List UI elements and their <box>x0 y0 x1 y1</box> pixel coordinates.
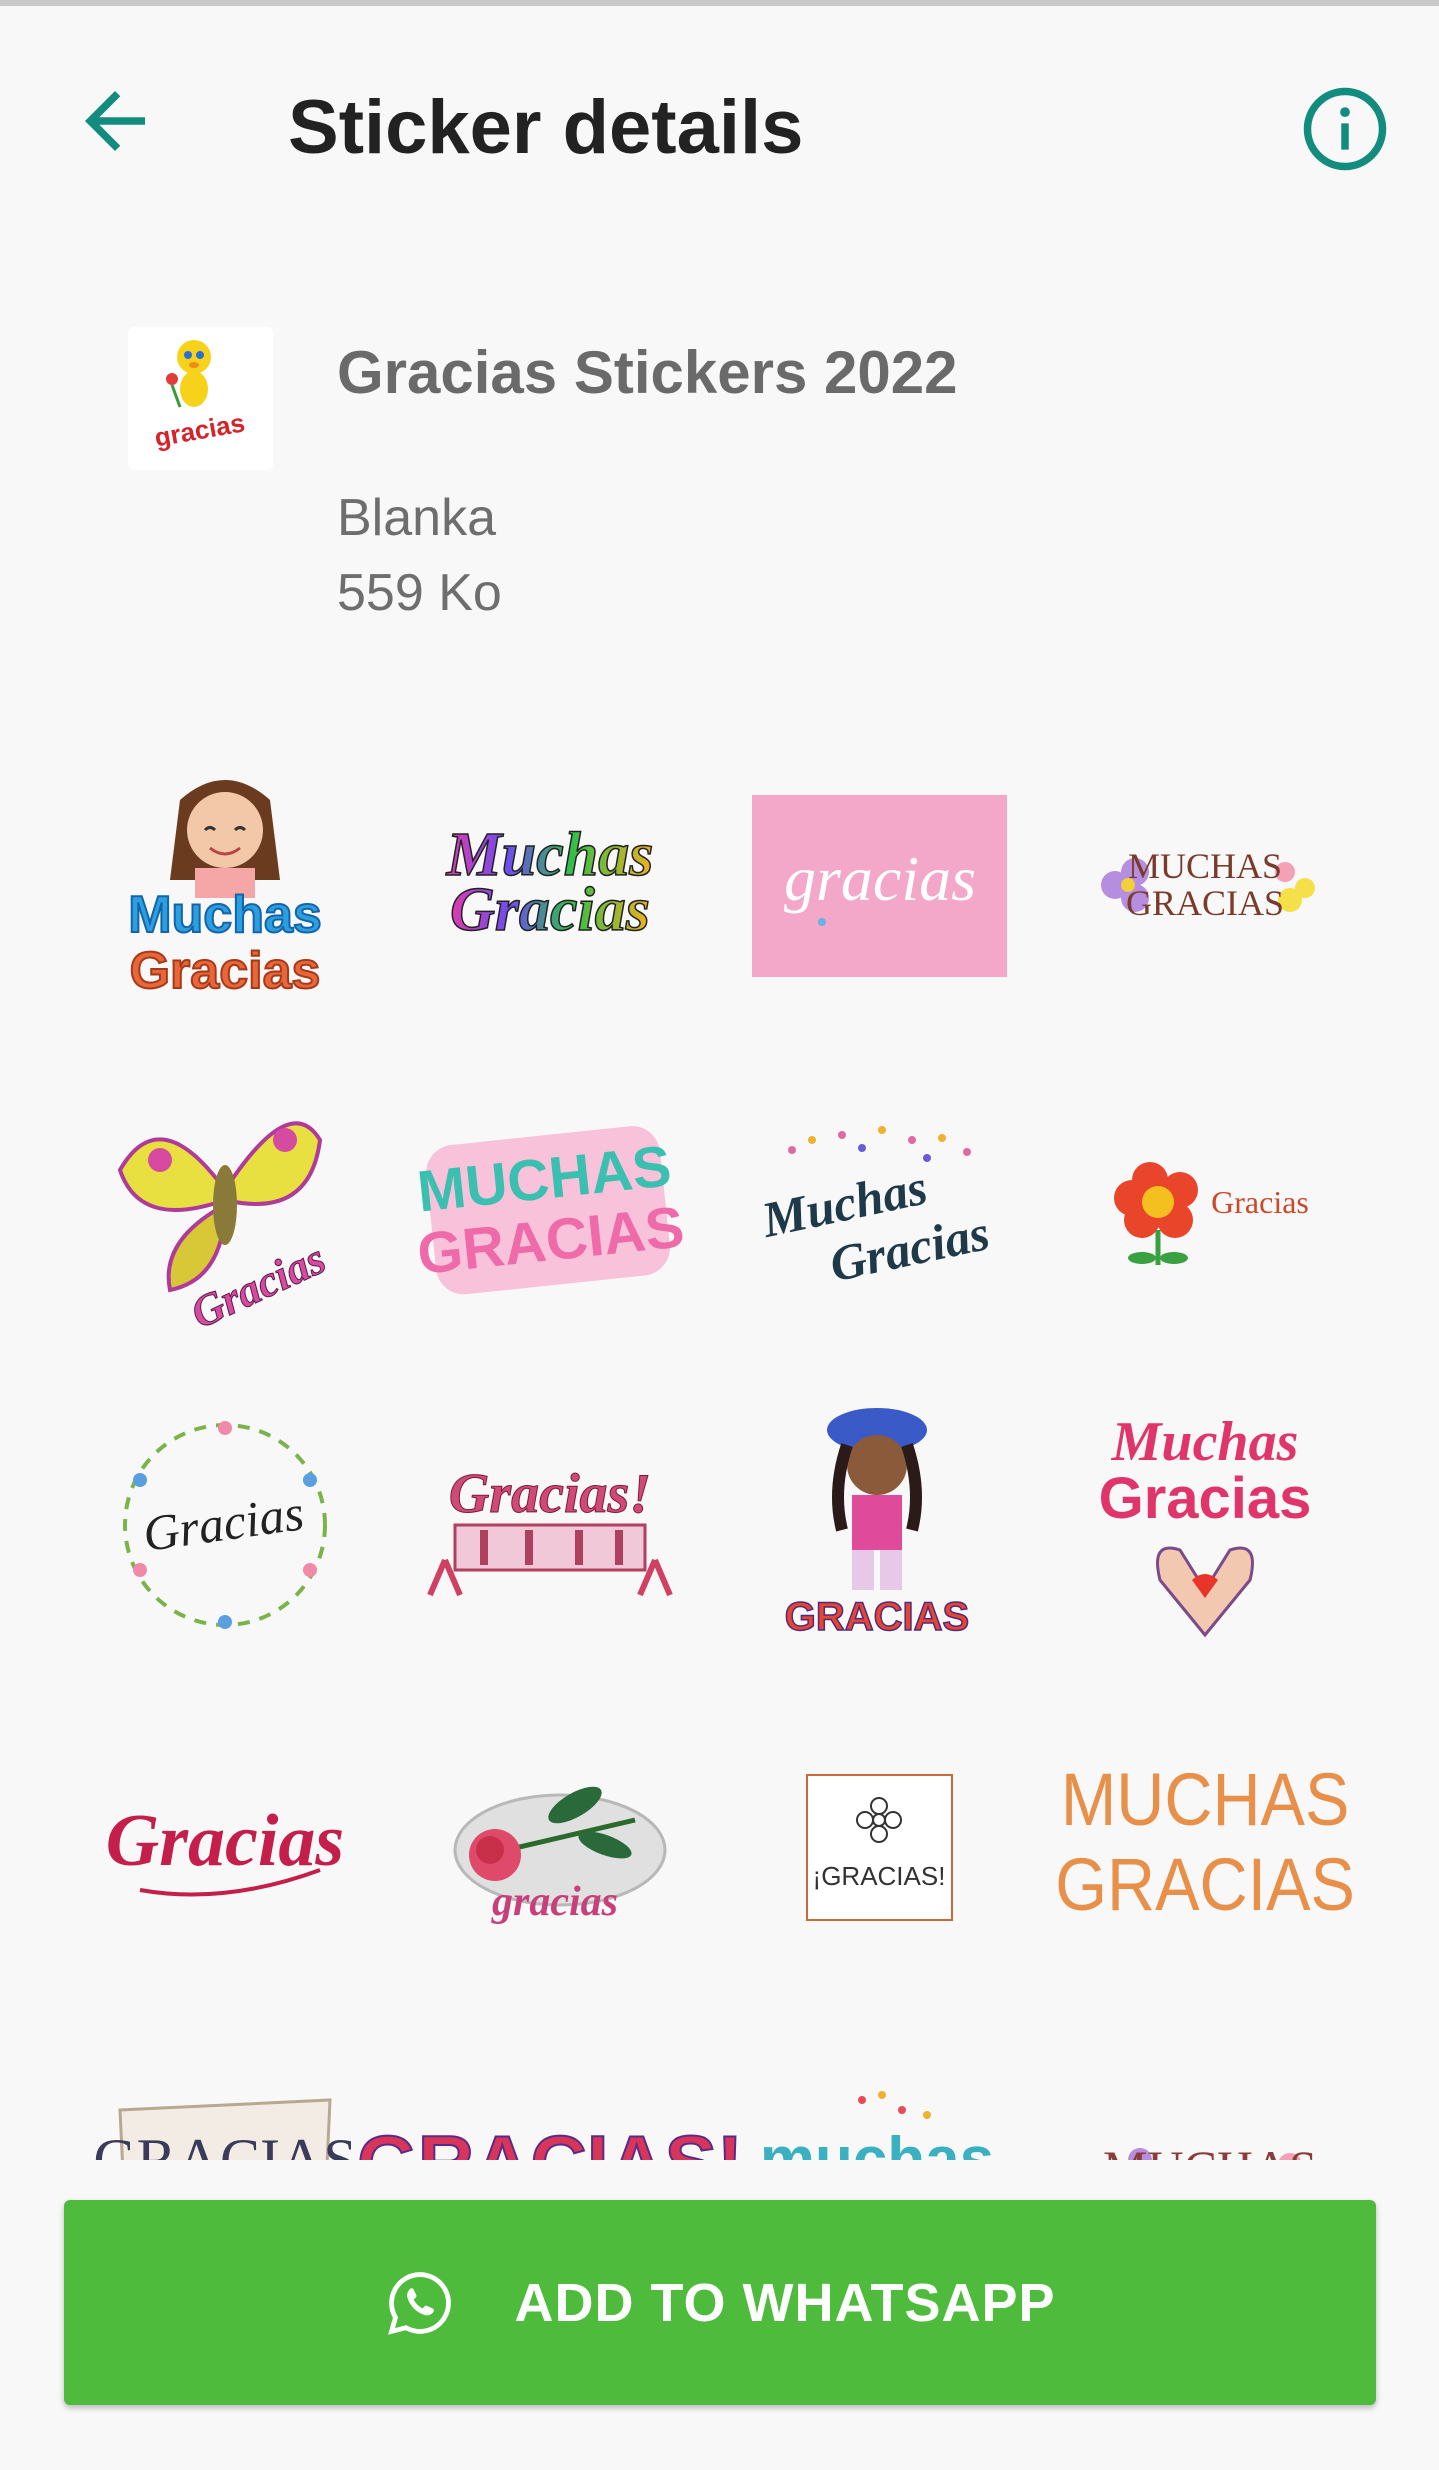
sticker-17-text: GRACIAS <box>93 2127 356 2160</box>
sticker-15-text: ¡GRACIAS! <box>813 1861 946 1891</box>
sticker-1-line1: Muchas <box>128 886 322 944</box>
sticker-item-9[interactable]: Gracias <box>100 1400 350 1650</box>
sticker-16-line1: MUCHAS <box>1061 1758 1350 1841</box>
sticker-20-text: MUCHAS <box>1103 2140 1317 2160</box>
add-to-whatsapp-button[interactable]: ADD TO WHATSAPP <box>64 2200 1376 2405</box>
whatsapp-icon <box>387 2271 451 2335</box>
sticker-grid: Muchas Gracias Muchas Gracias gracias MU… <box>0 730 1439 2160</box>
pack-thumbnail: gracias <box>128 327 273 470</box>
sticker-12-line2: Gracias <box>1099 1466 1312 1531</box>
pack-size: 559 Ko <box>337 564 502 622</box>
sticker-item-1[interactable]: Muchas Gracias <box>100 760 350 1010</box>
pack-author: Blanka <box>337 489 496 547</box>
sticker-8-text: Gracias <box>1211 1184 1309 1220</box>
sticker-item-17[interactable]: GRACIAS <box>93 2040 357 2160</box>
sticker-12-line1: Muchas <box>1111 1411 1299 1473</box>
sticker-item-5[interactable]: Gracias <box>100 1080 350 1339</box>
sticker-item-4[interactable]: MUCHAS GRACIAS <box>1080 760 1330 1010</box>
sticker-item-7[interactable]: Muchas Gracias <box>752 1080 1002 1330</box>
sticker-item-8[interactable]: Gracias <box>1080 1080 1330 1330</box>
sticker-item-2[interactable]: Muchas Gracias <box>425 760 675 1010</box>
app-bar: Sticker details <box>0 6 1439 236</box>
sticker-item-16[interactable]: MUCHAS GRACIAS <box>1055 1720 1355 1970</box>
sticker-18-text: GRACIAS! <box>357 2119 743 2160</box>
sticker-item-20[interactable]: MUCHAS <box>1080 2040 1330 2160</box>
sticker-2-line2: Gracias <box>450 876 650 944</box>
sticker-11-text: GRACIAS <box>785 1595 969 1639</box>
info-circle-icon <box>1303 87 1387 171</box>
arrow-left-icon <box>85 91 145 151</box>
pack-name: Gracias Stickers 2022 <box>337 339 958 406</box>
sticker-item-19[interactable]: muchas <box>752 2040 1002 2160</box>
sticker-item-14[interactable]: gracias <box>425 1720 675 1970</box>
sticker-9-text: Gracias <box>140 1484 307 1562</box>
info-button[interactable] <box>1300 84 1390 174</box>
sticker-13-text: Gracias <box>106 1800 344 1882</box>
pack-thumb-text: gracias <box>152 407 247 452</box>
sticker-item-12[interactable]: Muchas Gracias <box>1080 1400 1330 1650</box>
sticker-4-line2: GRACIAS <box>1126 883 1284 923</box>
sticker-item-6[interactable]: MUCHAS GRACIAS <box>414 1080 687 1330</box>
sticker-10-text: Gracias! <box>449 1463 651 1525</box>
sticker-item-11[interactable]: GRACIAS <box>752 1400 1002 1650</box>
sticker-item-15[interactable]: ¡GRACIAS! <box>752 1720 1002 1970</box>
sticker-item-13[interactable]: Gracias <box>100 1720 350 1970</box>
sticker-4-line1: MUCHAS <box>1128 846 1282 886</box>
sticker-1-line2: Gracias <box>130 942 321 1000</box>
sticker-16-line2: GRACIAS <box>1055 1843 1355 1926</box>
sticker-item-3[interactable]: gracias <box>752 760 1007 1010</box>
back-button[interactable] <box>70 76 160 166</box>
add-to-whatsapp-label: ADD TO WHATSAPP <box>514 2272 1056 2333</box>
page-title: Sticker details <box>288 85 804 170</box>
sticker-item-18[interactable]: GRACIAS! <box>356 2040 744 2160</box>
sticker-19-text: muchas <box>760 2125 994 2160</box>
sticker-3-text: gracias <box>784 843 976 914</box>
sticker-item-10[interactable]: Gracias! <box>425 1400 675 1650</box>
sticker-14-text: gracias <box>491 1879 618 1925</box>
